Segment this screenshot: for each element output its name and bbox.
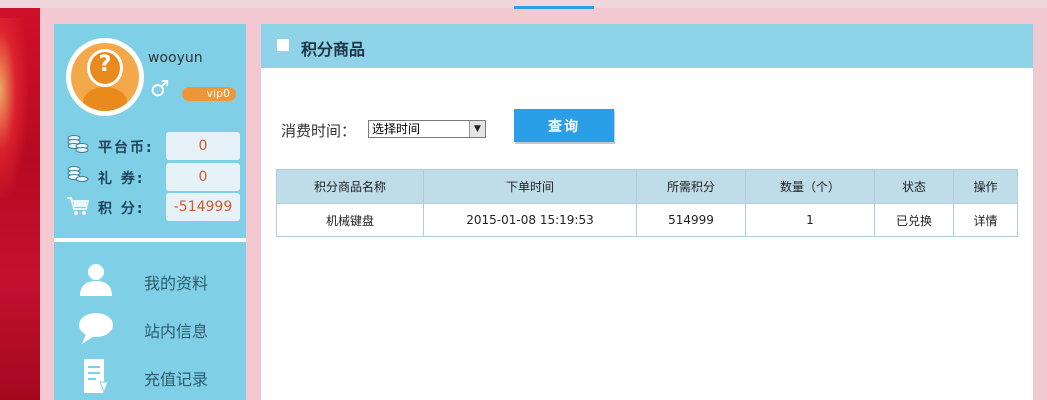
sidebar-item-messages[interactable]: 站内信息	[54, 306, 246, 350]
user-icon	[76, 262, 116, 298]
column-header: 状态	[874, 169, 954, 204]
user-sidebar: ? wooyun ♂ vip0 平台币: 0 礼 券: 0 积 分: -5149…	[54, 24, 246, 400]
message-icon	[76, 310, 116, 346]
main-panel: 积分商品 消费时间： 选择时间 ▼ 查询 积分商品名称 下单时间 所需积分 数量…	[261, 24, 1033, 400]
cell-quantity: 1	[745, 203, 875, 237]
top-nav-active-indicator	[514, 6, 594, 9]
stat-value: -514999	[166, 193, 240, 221]
column-header: 数量（个）	[745, 169, 875, 204]
column-header: 操作	[953, 169, 1018, 204]
page-title: 积分商品	[301, 40, 366, 59]
square-bullet-icon	[277, 39, 289, 51]
username: wooyun	[148, 50, 203, 66]
sidebar-item-label: 我的资料	[144, 274, 209, 293]
points-goods-table: 积分商品名称 下单时间 所需积分 数量（个） 状态 操作 机械键盘 2015-0…	[276, 169, 1018, 237]
details-link[interactable]: 详情	[953, 203, 1018, 237]
table-header-row: 积分商品名称 下单时间 所需积分 数量（个） 状态 操作	[276, 169, 1018, 204]
default-avatar-icon: ?	[71, 43, 139, 111]
sidebar-item-profile[interactable]: 我的资料	[54, 258, 246, 302]
male-gender-icon: ♂	[150, 77, 170, 102]
column-header: 下单时间	[423, 169, 637, 204]
avatar[interactable]: ?	[66, 38, 144, 116]
stat-label: 积 分:	[98, 201, 145, 217]
decorative-lantern	[0, 18, 28, 198]
time-select-value: 选择时间	[372, 122, 421, 136]
query-button[interactable]: 查询	[514, 109, 614, 142]
cell-goods-name: 机械键盘	[276, 203, 424, 237]
record-icon	[76, 358, 116, 394]
stat-value: 0	[166, 163, 240, 191]
sidebar-item-label: 站内信息	[144, 322, 209, 341]
table-row: 机械键盘 2015-01-08 15:19:53 514999 1 已兑换 详情	[276, 203, 1018, 237]
cell-points: 514999	[636, 203, 746, 237]
sidebar-item-label: 充值记录	[144, 370, 209, 389]
stat-coupon: 礼 券: 0	[66, 163, 242, 191]
column-header: 积分商品名称	[276, 169, 424, 204]
sidebar-item-recharge-records[interactable]: 充值记录	[54, 354, 246, 398]
coupon-icon	[66, 165, 90, 187]
consume-time-label: 消费时间：	[281, 122, 357, 140]
stat-label: 礼 券:	[98, 171, 145, 187]
stat-platform-coin: 平台币: 0	[66, 132, 242, 160]
stat-points: 积 分: -514999	[66, 193, 242, 221]
time-select[interactable]: 选择时间 ▼	[368, 120, 486, 138]
column-header: 所需积分	[636, 169, 746, 204]
stat-value: 0	[166, 132, 240, 160]
cell-order-time: 2015-01-08 15:19:53	[423, 203, 637, 237]
dropdown-arrow-icon[interactable]: ▼	[469, 121, 485, 137]
stat-label: 平台币:	[98, 140, 154, 156]
cart-icon	[66, 195, 90, 217]
cell-status: 已兑换	[874, 203, 954, 237]
coins-icon	[66, 134, 90, 156]
vip-badge: vip0	[182, 87, 236, 101]
panel-header: 积分商品	[261, 24, 1033, 68]
sidebar-divider	[54, 238, 246, 242]
